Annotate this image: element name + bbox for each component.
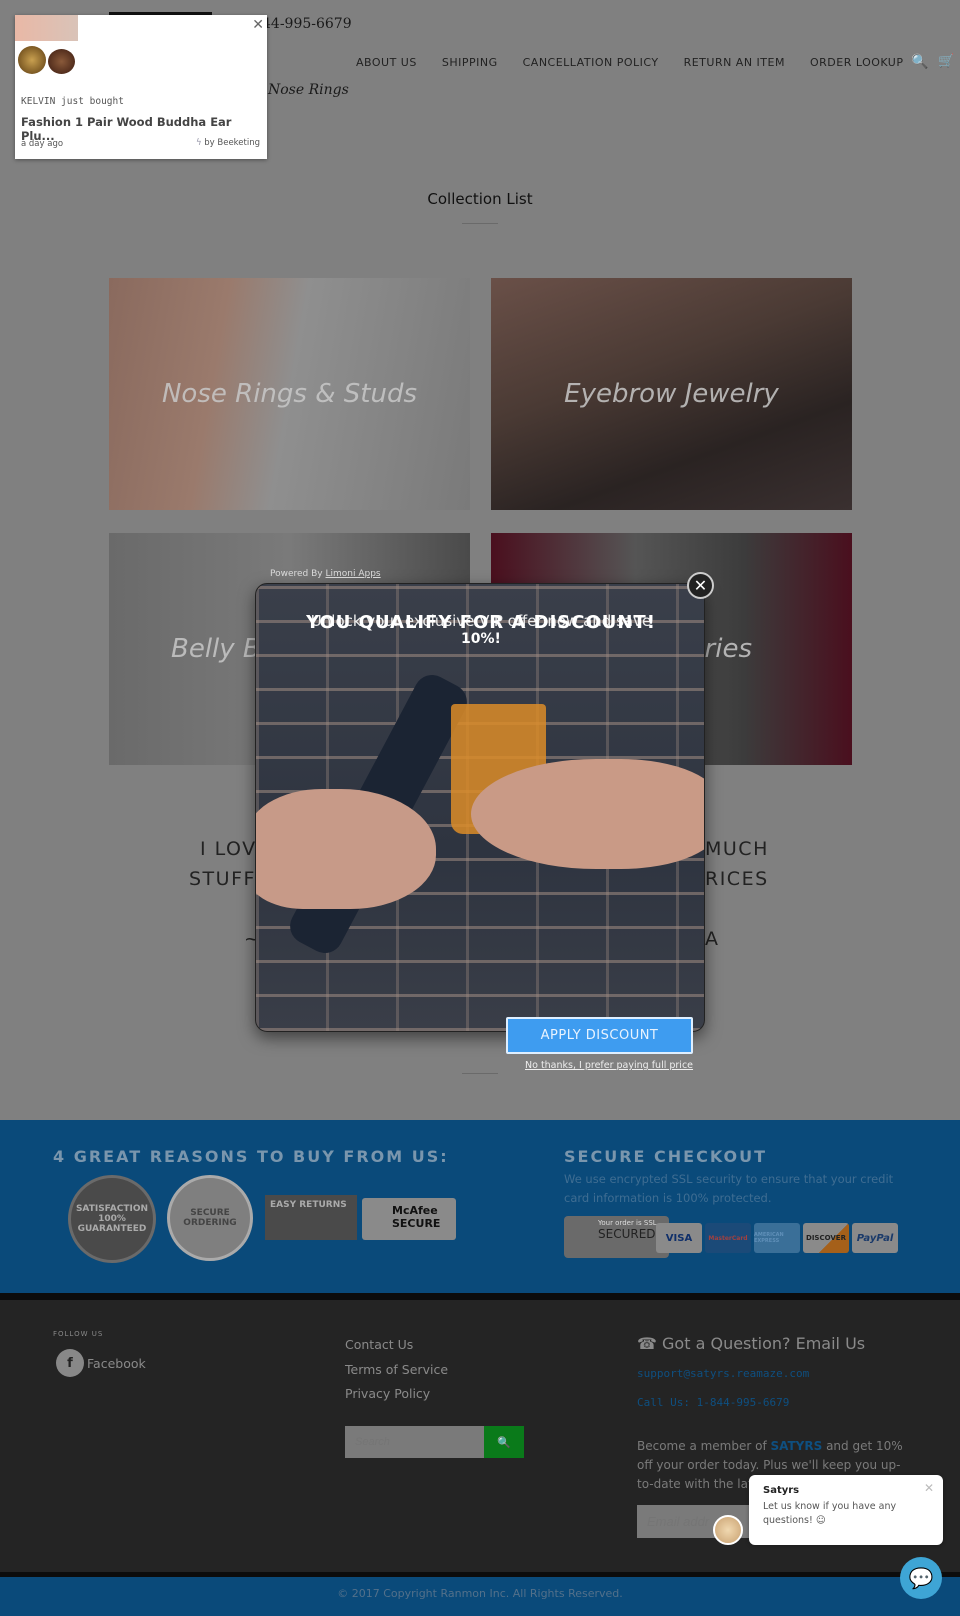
modal-subline-percent: 10%! xyxy=(461,631,501,647)
brand-name: SATYRS xyxy=(770,1439,823,1453)
testimonial-text: I LOV xyxy=(200,838,257,860)
footer-link-privacy[interactable]: Privacy Policy xyxy=(345,1386,430,1401)
apply-discount-button[interactable]: APPLY DISCOUNT xyxy=(506,1017,693,1054)
tile-label: Eyebrow Jewelry xyxy=(564,379,779,409)
collection-nose-rings[interactable]: Nose Rings & Studs xyxy=(109,278,470,510)
product-image xyxy=(15,15,78,41)
nav-shipping[interactable]: SHIPPING xyxy=(442,56,498,69)
decline-discount-link[interactable]: No thanks, I prefer paying full price xyxy=(525,1060,693,1071)
beeketing-credit: ϟ by Beeketing xyxy=(196,138,260,148)
secure-title: SECURE CHECKOUT xyxy=(564,1147,767,1166)
nav-order-lookup[interactable]: ORDER LOOKUP xyxy=(810,56,904,69)
testimonial-text: MUCH xyxy=(705,838,769,860)
testimonial-author: A xyxy=(705,928,720,950)
collection-title: Collection List xyxy=(427,190,533,208)
beeketing-label: by Beeketing xyxy=(204,138,260,148)
support-email-link[interactable]: support@satyrs.reamaze.com xyxy=(637,1367,809,1380)
testimonial-text: RICES xyxy=(705,868,769,890)
discover-icon: DISCOVER xyxy=(803,1223,849,1253)
close-icon[interactable]: ✕ xyxy=(252,17,264,33)
modal-close-button[interactable]: ✕ xyxy=(687,572,714,599)
logo-tagline: Nose Rings xyxy=(268,82,349,98)
visa-icon: VISA xyxy=(656,1223,702,1253)
agent-avatar[interactable] xyxy=(713,1515,743,1545)
facebook-label: Facebook xyxy=(87,1355,146,1371)
limoni-link[interactable]: Limoni Apps xyxy=(326,569,381,579)
collection-eyebrow-jewelry[interactable]: Eyebrow Jewelry xyxy=(491,278,852,510)
buyer-text: KELVIN just bought xyxy=(21,96,124,107)
chat-message: Let us know if you have any questions! ☺ xyxy=(763,1501,897,1526)
tile-label: Belly B xyxy=(171,634,261,664)
facebook-link[interactable]: f Facebook xyxy=(56,1349,146,1377)
mcafee-badge: McAfee SECURE xyxy=(362,1198,456,1240)
search-button[interactable]: 🔍 xyxy=(484,1426,524,1458)
cart-icon[interactable]: 🛒 xyxy=(938,54,954,69)
phone-icon: ☎ xyxy=(637,1334,657,1353)
ssl-badge: Your order is SSL SECURED xyxy=(564,1216,669,1258)
product-image xyxy=(48,49,75,74)
follow-us-label: FOLLOW US xyxy=(53,1330,104,1338)
modal-image xyxy=(256,789,436,909)
secure-text: We use encrypted SSL security to ensure … xyxy=(564,1172,894,1205)
amex-icon: AMERICAN EXPRESS xyxy=(754,1223,800,1253)
reasons-title: 4 GREAT REASONS TO BUY FROM US: xyxy=(53,1147,449,1166)
easy-returns-badge: EASY RETURNS xyxy=(265,1195,357,1240)
nav-about-us[interactable]: ABOUT US xyxy=(356,56,417,69)
tile-label: Nose Rings & Studs xyxy=(161,379,417,409)
tile-label: ries xyxy=(704,634,752,664)
trust-band: 4 GREAT REASONS TO BUY FROM US: SATISFAC… xyxy=(0,1120,960,1293)
nav-cancellation-policy[interactable]: CANCELLATION POLICY xyxy=(523,56,659,69)
product-image xyxy=(18,46,46,74)
header-phone: 44-995-6679 xyxy=(262,16,352,32)
nav-return-an-item[interactable]: RETURN AN ITEM xyxy=(684,56,785,69)
close-icon[interactable]: ✕ xyxy=(924,1481,934,1495)
copyright: © 2017 Copyright Ranmon Inc. All Rights … xyxy=(337,1587,623,1600)
discount-modal: Unlock your exclusive VIP offer now and … xyxy=(255,583,705,1032)
recent-purchase-popup[interactable]: ✕ KELVIN just bought Fashion 1 Pair Wood… xyxy=(15,15,267,159)
powered-by: Powered By Limoni Apps xyxy=(270,569,381,579)
footer-search-input[interactable] xyxy=(345,1426,484,1458)
chat-launcher-icon[interactable]: 💬 xyxy=(900,1557,942,1599)
facebook-icon: f xyxy=(56,1349,84,1377)
powered-pre: Powered By xyxy=(270,569,326,579)
search-icon[interactable]: 🔍 xyxy=(911,54,928,70)
divider xyxy=(462,223,498,224)
bolt-icon: ϟ xyxy=(195,138,202,148)
member-pre: Become a member of xyxy=(637,1439,771,1453)
chat-name: Satyrs xyxy=(763,1485,800,1496)
footer-link-contact[interactable]: Contact Us xyxy=(345,1337,413,1352)
chat-bubble[interactable]: Satyrs Let us know if you have any quest… xyxy=(749,1475,943,1545)
divider xyxy=(0,1293,960,1300)
mastercard-icon: MasterCard xyxy=(705,1223,751,1253)
main-nav: ABOUT US SHIPPING CANCELLATION POLICY RE… xyxy=(356,56,904,69)
paypal-icon: PayPal xyxy=(852,1223,898,1253)
footer-link-terms[interactable]: Terms of Service xyxy=(345,1362,448,1377)
question-heading: ☎ Got a Question? Email Us xyxy=(637,1334,865,1353)
question-text: Got a Question? Email Us xyxy=(662,1334,866,1353)
time-ago: a day ago xyxy=(21,139,64,149)
modal-image xyxy=(471,759,704,869)
call-us-link[interactable]: Call Us: 1-844-995-6679 xyxy=(637,1396,789,1409)
divider xyxy=(462,1073,498,1074)
payment-cards: VISA MasterCard AMERICAN EXPRESS DISCOVE… xyxy=(656,1223,898,1253)
testimonial-text: STUFF xyxy=(189,868,256,890)
copyright-bar: © 2017 Copyright Ranmon Inc. All Rights … xyxy=(0,1572,960,1616)
satisfaction-badge: SATISFACTION 100% GUARANTEED xyxy=(68,1175,156,1263)
secure-ordering-badge: SECURE ORDERING xyxy=(167,1175,253,1261)
modal-headline: YOU QUALIFY FOR A DISCOUNT! xyxy=(306,612,656,633)
